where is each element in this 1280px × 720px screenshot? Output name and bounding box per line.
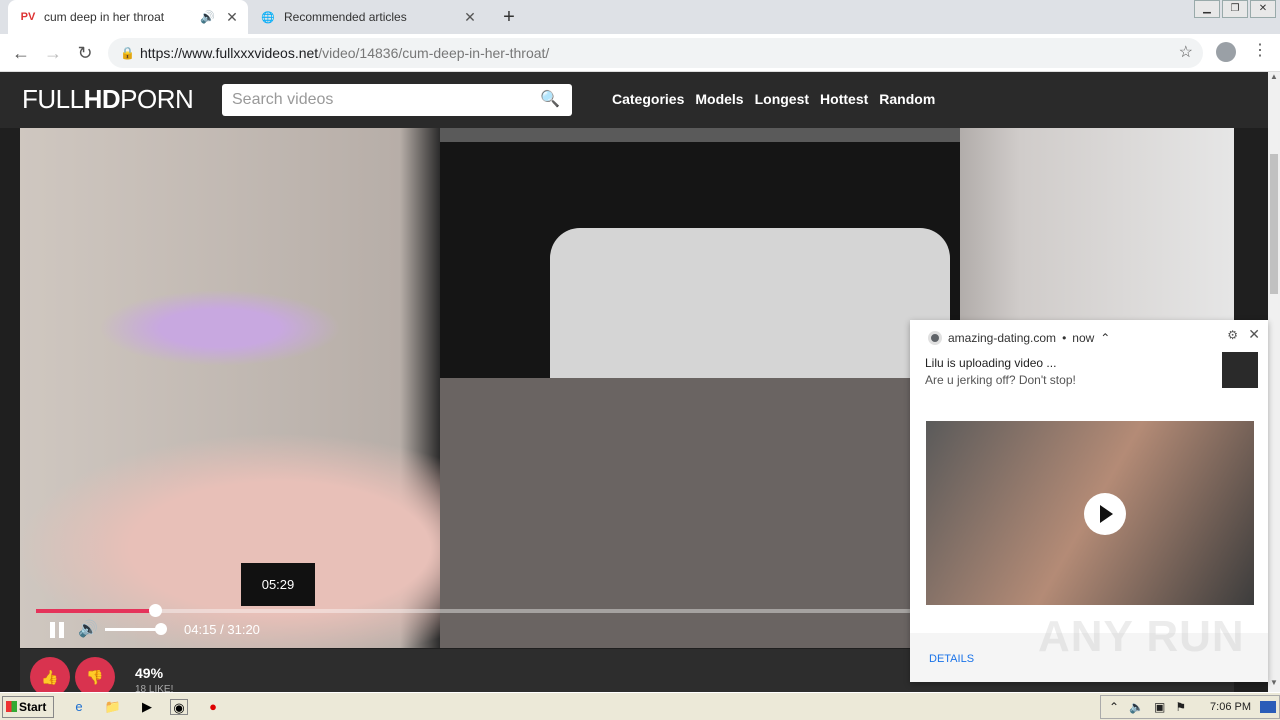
media-player-icon[interactable]: ▶: [138, 699, 156, 715]
seek-tooltip: 05:29: [241, 563, 315, 606]
tab-title: cum deep in her throat: [44, 10, 165, 24]
bookmark-star-icon[interactable]: ☆: [1179, 38, 1193, 68]
progress-handle[interactable]: [148, 604, 162, 617]
progress-fill: [36, 609, 155, 613]
play-icon[interactable]: [1084, 493, 1126, 535]
network-icon[interactable]: ▣: [1154, 700, 1165, 714]
site-favicon-icon: PV: [20, 11, 36, 23]
volume-handle[interactable]: [155, 623, 167, 635]
notification-source: amazing-dating.com • now ⌃: [928, 331, 1110, 345]
watermark: ANY RUN: [1038, 612, 1245, 661]
new-tab-button[interactable]: +: [498, 6, 520, 28]
profile-avatar[interactable]: [1216, 42, 1236, 62]
search-icon[interactable]: 🔍: [540, 84, 560, 116]
url-host: https://www.fullxxxvideos.net: [140, 45, 319, 61]
chrome-icon: [928, 331, 942, 345]
show-desktop-icon[interactable]: [1260, 701, 1276, 713]
nav-hottest[interactable]: Hottest: [820, 91, 868, 107]
forward-button[interactable]: →: [42, 42, 64, 64]
lock-icon: 🔒: [120, 46, 135, 60]
flag-icon[interactable]: ⚑: [1175, 700, 1186, 714]
close-icon[interactable]: ✕: [224, 9, 240, 25]
browser-menu-icon[interactable]: ⋮: [1252, 40, 1268, 60]
close-icon[interactable]: ✕: [1248, 326, 1260, 343]
nav-longest[interactable]: Longest: [755, 91, 809, 107]
url-path: /video/14836/cum-deep-in-her-throat/: [318, 45, 550, 61]
chevron-up-icon[interactable]: ⌃: [1100, 331, 1110, 345]
pause-button[interactable]: [50, 622, 66, 638]
volume-icon[interactable]: 🔊: [78, 619, 98, 639]
nav-random[interactable]: Random: [879, 91, 935, 107]
page-scrollbar[interactable]: ▲ ▼: [1268, 72, 1280, 692]
close-window-button[interactable]: ✕: [1250, 0, 1276, 18]
minimize-button[interactable]: ▁: [1194, 0, 1220, 18]
search-input[interactable]: Search videos 🔍: [222, 84, 572, 116]
speaker-icon[interactable]: 🔈: [1129, 700, 1144, 714]
video-frame-blanket: [440, 378, 960, 648]
nav-categories[interactable]: Categories: [612, 91, 684, 107]
notification-thumbnail: [1222, 352, 1258, 388]
tray-arrow-icon[interactable]: ⌃: [1109, 700, 1119, 714]
scroll-up-icon[interactable]: ▲: [1268, 72, 1280, 81]
window-controls: ▁ ❐ ✕: [1194, 0, 1276, 18]
start-button[interactable]: Start: [2, 696, 54, 718]
site-header: FULLHDPORN Search videos 🔍 Categories Mo…: [0, 72, 1268, 128]
scroll-down-icon[interactable]: ▼: [1268, 678, 1280, 687]
details-button[interactable]: DETAILS: [929, 653, 974, 665]
time-display: 04:15 / 31:20: [184, 622, 260, 637]
thumbs-down-icon[interactable]: 👎: [75, 657, 115, 692]
reload-button[interactable]: ↻: [74, 42, 96, 64]
notification-time: now: [1072, 331, 1095, 345]
notification-image[interactable]: [926, 421, 1254, 605]
maximize-button[interactable]: ❐: [1222, 0, 1248, 18]
site-nav: Categories Models Longest Hottest Random: [612, 91, 935, 107]
scrollbar-thumb[interactable]: [1270, 154, 1278, 294]
tab-strip: PV cum deep in her throat 🔊 ✕ 🌐 Recommen…: [0, 0, 1280, 34]
address-bar[interactable]: 🔒 https://www.fullxxxvideos.net/video/14…: [108, 38, 1203, 68]
tab-title: Recommended articles: [284, 10, 407, 24]
site-logo[interactable]: FULLHDPORN: [22, 84, 194, 115]
search-placeholder: Search videos: [232, 91, 334, 108]
thumbs-up-icon[interactable]: 👍: [30, 657, 70, 692]
browser-toolbar: ← → ↻ 🔒 https://www.fullxxxvideos.net/vi…: [0, 34, 1280, 72]
clock: 7:06 PM: [1210, 701, 1251, 713]
chrome-taskbar-icon[interactable]: ◉: [170, 699, 188, 715]
gear-icon[interactable]: ⚙: [1227, 328, 1238, 342]
speaker-icon[interactable]: 🔊: [200, 10, 216, 24]
close-icon[interactable]: ✕: [462, 9, 478, 25]
back-button[interactable]: ←: [10, 42, 32, 64]
antivirus-icon[interactable]: ●: [204, 699, 222, 715]
tab-recommended[interactable]: 🌐 Recommended articles ✕: [250, 0, 486, 34]
ie-icon[interactable]: e: [70, 699, 88, 715]
system-tray: ⌃ 🔈 ▣ ⚑ 7:06 PM: [1100, 695, 1280, 719]
folder-icon[interactable]: 📁: [104, 699, 122, 715]
globe-icon: 🌐: [261, 11, 275, 24]
taskbar: Start e 📁 ▶ ◉ ● ⌃ 🔈 ▣ ⚑ 7:06 PM: [0, 692, 1280, 720]
nav-models[interactable]: Models: [695, 91, 743, 107]
notification-body: Are u jerking off? Don't stop!: [925, 373, 1076, 387]
tab-active[interactable]: PV cum deep in her throat 🔊 ✕: [8, 0, 248, 34]
likes-count: 18 LIKE!: [135, 684, 174, 692]
rating-percent: 49%: [135, 665, 164, 681]
notification-title: Lilu is uploading video ...: [925, 356, 1057, 370]
progress-bar[interactable]: [36, 604, 910, 617]
notification-domain: amazing-dating.com: [948, 331, 1057, 345]
